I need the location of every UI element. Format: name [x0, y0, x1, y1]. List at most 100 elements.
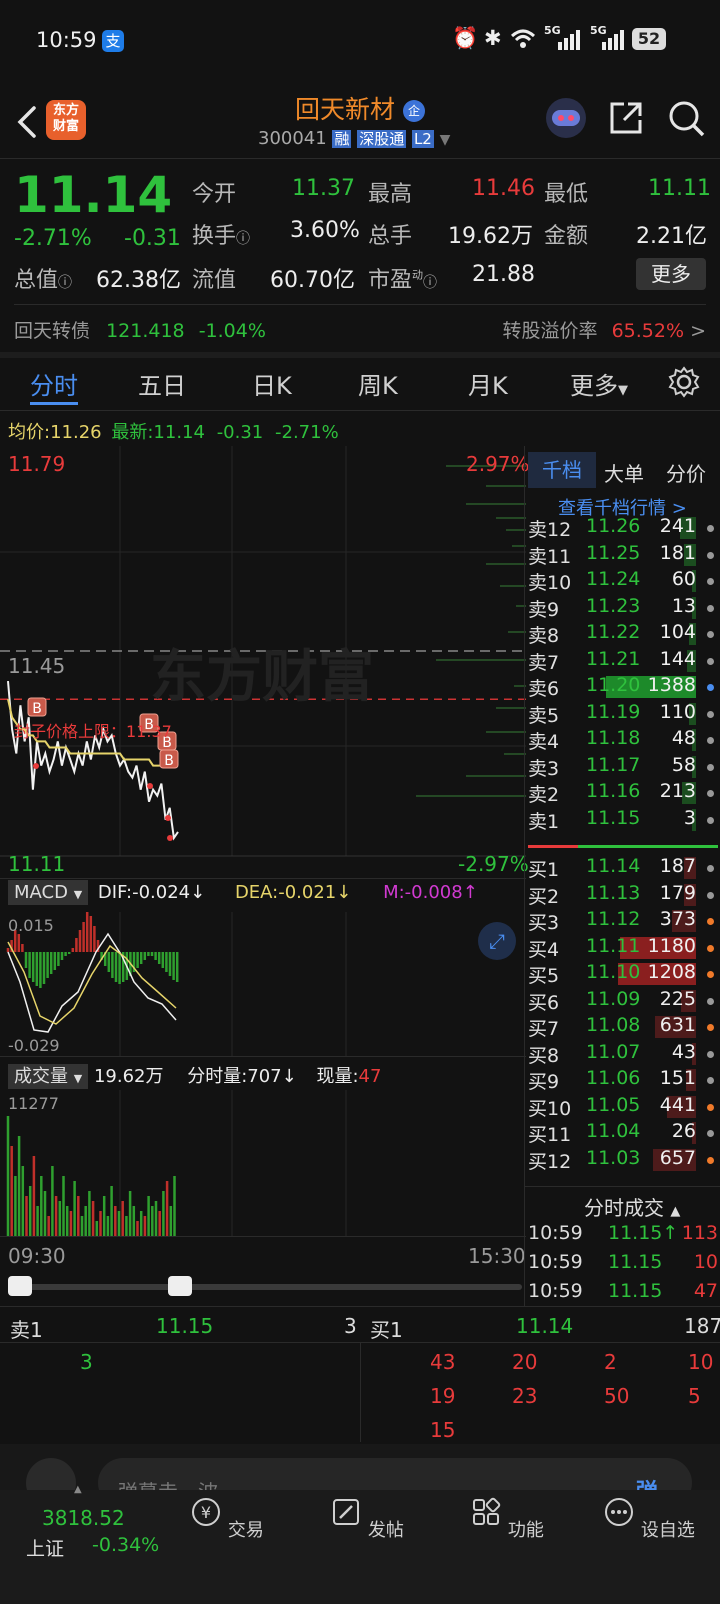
- macd-selector[interactable]: MACD ▼: [8, 880, 89, 905]
- high-label: 最高: [368, 182, 413, 207]
- level-price: 11.21: [586, 647, 641, 670]
- bid-row[interactable]: 买3 11.12 373: [528, 908, 718, 935]
- tab-large-orders[interactable]: 大单: [604, 458, 644, 487]
- tab-daily-k[interactable]: 日K: [252, 366, 292, 401]
- ask-row[interactable]: 卖6 11.20 1388: [528, 674, 718, 701]
- bid-row[interactable]: 买4 11.11 1180: [528, 935, 718, 962]
- volume-selector[interactable]: 成交量 ▼: [8, 1064, 89, 1089]
- level-price: 11.11: [586, 934, 641, 957]
- bid-row[interactable]: 买8 11.07 43: [528, 1041, 718, 1068]
- tab-monthly-k[interactable]: 月K: [468, 366, 508, 401]
- bid-row[interactable]: 买11 11.04 26: [528, 1120, 718, 1147]
- level-dot: [707, 1103, 714, 1111]
- tab-five-day[interactable]: 五日: [138, 366, 186, 401]
- level-qty: 1388: [647, 674, 696, 696]
- level-price: 11.05: [586, 1093, 641, 1116]
- tab-weekly-k[interactable]: 周K: [358, 366, 398, 401]
- comment-input[interactable]: 弹幕走一波 弹: [98, 1458, 692, 1490]
- level-qty: 657: [659, 1146, 696, 1169]
- ask-row[interactable]: 卖8 11.22 104: [528, 621, 718, 648]
- tab-intraday[interactable]: 分时: [30, 366, 78, 401]
- level-name: 卖2: [528, 784, 560, 806]
- caret-down-icon: ▼: [618, 383, 628, 398]
- level-qty: 181: [659, 541, 696, 564]
- level-price: 11.15: [586, 806, 641, 829]
- tick-row: 10:59 11.15↑ 113: [528, 1222, 718, 1244]
- index-widget[interactable]: ▲ 3818.52 上证 -0.34%: [0, 1484, 166, 1586]
- bid-row[interactable]: 买12 11.03 657: [528, 1147, 718, 1174]
- ask-row[interactable]: 卖10 11.24 60: [528, 568, 718, 595]
- expand-icon[interactable]: ⤢: [478, 922, 516, 960]
- ask-row[interactable]: 卖7 11.21 144: [528, 648, 718, 675]
- bid-row[interactable]: 买7 11.08 631: [528, 1014, 718, 1041]
- bid-row[interactable]: 买2 11.13 179: [528, 882, 718, 909]
- ask-row[interactable]: 卖3 11.17 58: [528, 754, 718, 781]
- stock-header: 东方 财富 回天新材 企 300041 融 深股通 L2 ▼: [0, 88, 720, 158]
- nav-post[interactable]: 发帖: [312, 1496, 422, 1542]
- chevron-down-icon[interactable]: ▼: [440, 132, 451, 148]
- ask-row[interactable]: 卖5 11.19 110: [528, 701, 718, 728]
- bid-row[interactable]: 买9 11.06 151: [528, 1067, 718, 1094]
- trade-dot: [167, 835, 173, 841]
- nav-functions[interactable]: 功能: [452, 1496, 562, 1542]
- level-dot: [707, 1050, 714, 1058]
- level-name: 卖12: [528, 519, 572, 541]
- level-dot: [707, 710, 714, 718]
- level-name: 买7: [528, 1018, 560, 1040]
- ask-row[interactable]: 卖2 11.16 213: [528, 780, 718, 807]
- ask-row[interactable]: 卖4 11.18 48: [528, 727, 718, 754]
- share-icon[interactable]: [608, 100, 644, 136]
- tab-more[interactable]: 更多▼: [570, 366, 628, 401]
- level-qty: 58: [671, 753, 696, 776]
- tick-price: 11.15: [608, 1251, 663, 1273]
- ticks-header[interactable]: 分时成交 ▲: [584, 1192, 680, 1221]
- more-button[interactable]: 更多: [636, 258, 706, 290]
- ask-row[interactable]: 卖1 11.15 3: [528, 807, 718, 834]
- tick-volume: 113: [681, 1222, 718, 1244]
- buy-marker-label: B: [32, 701, 42, 717]
- robot-assistant-icon[interactable]: [546, 98, 586, 138]
- macd-dea: DEA:-0.021↓: [234, 882, 352, 903]
- level-name: 买8: [528, 1044, 560, 1067]
- macd-chart[interactable]: [0, 912, 526, 1056]
- y-axis-bottom-pct: -2.97%: [458, 852, 529, 876]
- level-dot: [707, 1156, 714, 1164]
- level-price: 11.18: [586, 727, 641, 749]
- range-handle-right[interactable]: [168, 1276, 192, 1296]
- level-dot: [707, 918, 714, 925]
- level-qty: 3: [683, 806, 696, 829]
- tab-price-distribution[interactable]: 分价: [666, 458, 706, 487]
- macd-top: 0.015: [8, 916, 54, 935]
- tab-depth[interactable]: 千档: [528, 452, 596, 488]
- premium-value: 65.52%: [611, 320, 685, 342]
- ask-row[interactable]: 卖9 11.23 13: [528, 595, 718, 622]
- ask-row[interactable]: 卖12 11.26 241: [528, 515, 718, 542]
- bid-row[interactable]: 买6 11.09 225: [528, 988, 718, 1015]
- level-qty: 144: [659, 647, 696, 670]
- time-range-track[interactable]: [8, 1284, 522, 1290]
- volume-now: 47: [358, 1066, 382, 1087]
- volume-chart[interactable]: [0, 1090, 526, 1236]
- buy-marker: B: [27, 697, 47, 717]
- chevron-right-icon: >: [690, 320, 706, 342]
- change-percent: -2.71%: [14, 226, 92, 251]
- avg-value: 11.26: [50, 422, 102, 443]
- level-price: 11.14: [586, 855, 641, 877]
- level-dot: [707, 997, 714, 1005]
- bid-row[interactable]: 买1 11.14 187: [528, 855, 718, 882]
- nav-trade[interactable]: ¥ 交易: [172, 1496, 282, 1542]
- bid-row[interactable]: 买5 11.10 1208: [528, 961, 718, 988]
- list-icon[interactable]: [26, 1458, 76, 1490]
- ask-row[interactable]: 卖11 11.25 181: [528, 542, 718, 569]
- bid-row[interactable]: 买10 11.05 441: [528, 1094, 718, 1121]
- premium-row[interactable]: 转股溢价率 65.52% >: [503, 316, 706, 343]
- time-end: 15:30: [468, 1244, 526, 1268]
- convertible-bond-row[interactable]: 回天转债 121.418 -1.04%: [14, 316, 266, 343]
- gear-icon[interactable]: [668, 366, 700, 398]
- nav-add-watchlist[interactable]: 设自选: [594, 1496, 704, 1542]
- level-qty: 241: [659, 515, 696, 537]
- search-icon[interactable]: [668, 100, 706, 138]
- range-handle-left[interactable]: [8, 1276, 32, 1296]
- caret-up-icon: ▲: [74, 1484, 82, 1495]
- float-label: 流值: [192, 268, 237, 293]
